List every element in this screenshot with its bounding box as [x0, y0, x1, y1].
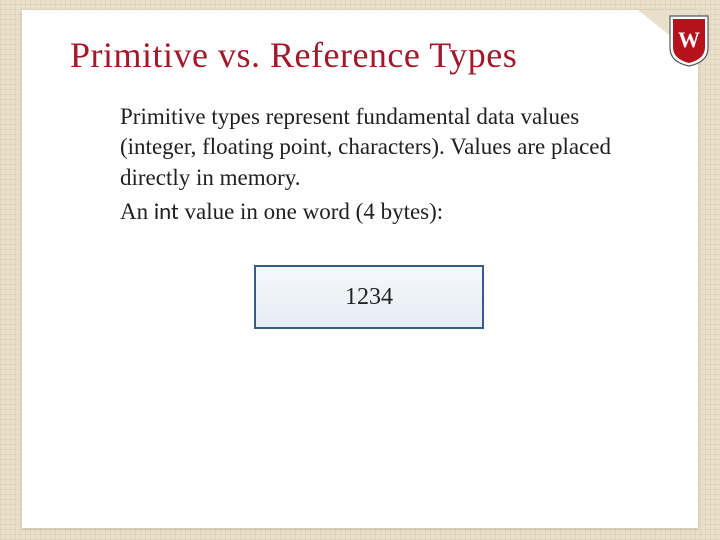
paragraph-1: Primitive types represent fundamental da… [120, 102, 618, 193]
crest-letter: W [678, 27, 700, 52]
slide-card: Primitive vs. Reference Types Primitive … [22, 10, 698, 528]
slide-body: Primitive types represent fundamental da… [22, 84, 698, 329]
value-box-container: 1234 [120, 231, 618, 329]
uw-crest-icon: W [668, 14, 710, 68]
paragraph-2-suffix: value in one word (4 bytes): [179, 199, 443, 224]
slide-title: Primitive vs. Reference Types [22, 10, 698, 84]
paragraph-2-prefix: An [120, 199, 154, 224]
int-keyword: int [154, 198, 179, 226]
memory-word-box: 1234 [254, 265, 484, 329]
paragraph-2: An int value in one word (4 bytes): [120, 197, 618, 227]
